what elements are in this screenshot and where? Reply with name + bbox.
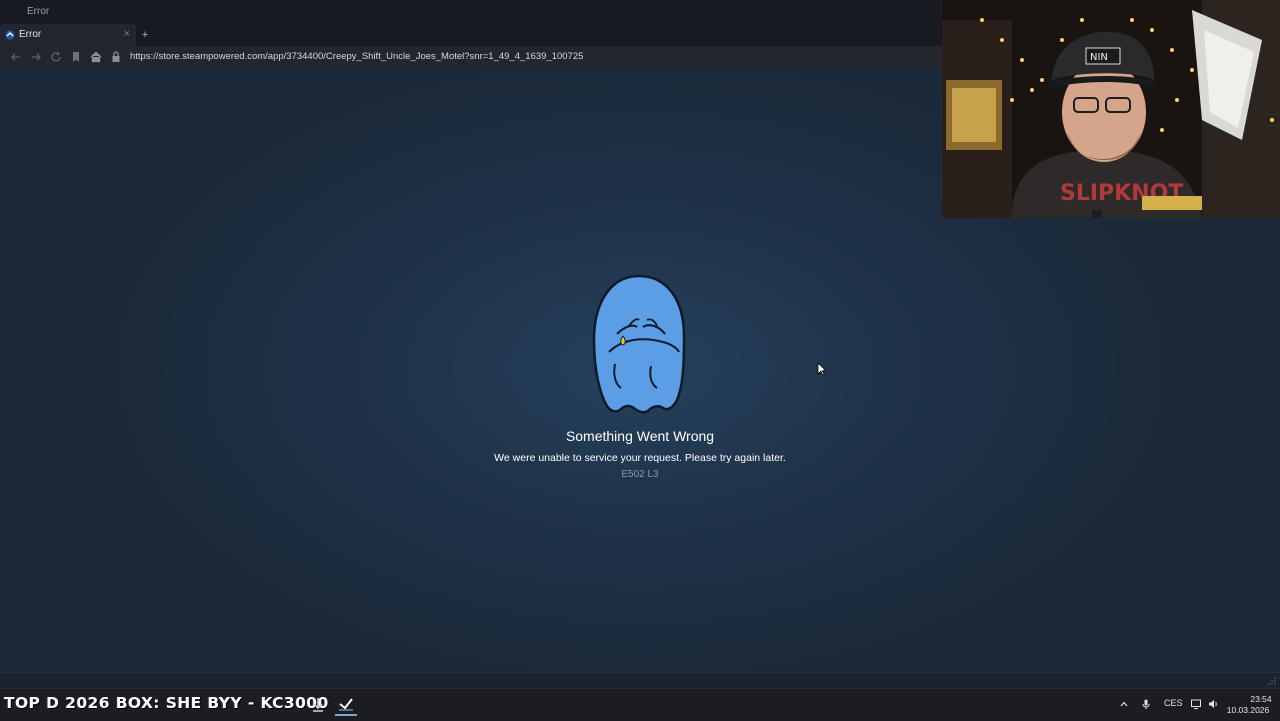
home-button[interactable] (89, 50, 103, 64)
download-icon (313, 698, 323, 712)
navigation-bar: https://store.steampowered.com/app/37344… (0, 46, 942, 69)
status-bar (0, 672, 1280, 689)
error-message: We were unable to service your request. … (494, 452, 786, 464)
taskbar-steam-app[interactable] (335, 694, 357, 716)
tab-label: Error (19, 29, 42, 40)
error-code: E502 L3 (621, 469, 659, 480)
streamer-webcam: SLIPKNOT NIN (942, 0, 1280, 218)
back-button[interactable] (9, 50, 23, 64)
sad-blob-mascot (592, 274, 686, 414)
forward-icon (32, 53, 41, 61)
microphone-icon[interactable] (1140, 698, 1152, 710)
reload-button[interactable] (49, 50, 63, 64)
forward-button[interactable] (29, 50, 43, 64)
lock-icon (112, 51, 120, 62)
chevron-up-icon[interactable] (1118, 698, 1130, 710)
window-title: Error (27, 6, 50, 17)
home-icon (90, 51, 102, 63)
steam-icon (339, 698, 353, 711)
address-bar[interactable]: https://store.steampowered.com/app/37344… (130, 51, 583, 62)
tab-error[interactable]: Error × (0, 24, 136, 46)
taskbar-download-app[interactable] (307, 694, 329, 716)
speaker-icon[interactable] (1207, 698, 1219, 710)
error-title: Something Went Wrong (565, 428, 715, 444)
monitor-icon[interactable] (1190, 698, 1202, 710)
resize-grip-icon[interactable] (1267, 676, 1276, 685)
steam-icon (5, 30, 15, 40)
bookmark-icon (73, 52, 79, 62)
clock-date[interactable]: 10.03.2026 (1226, 705, 1270, 715)
language-indicator[interactable]: CES (1164, 698, 1183, 708)
stream-ticker-text: TOP D 2026 BOX: SHE BYY - KC3000 (4, 694, 329, 712)
webcam-overlay: SLIPKNOT NIN (942, 0, 1280, 218)
tab-strip: Error × + (0, 24, 942, 46)
reload-icon (51, 51, 61, 62)
bookmark-button[interactable] (69, 50, 83, 64)
mouse-cursor-icon (817, 362, 827, 376)
security-indicator[interactable] (111, 50, 121, 64)
taskbar: TOP D 2026 BOX: SHE BYY - KC3000 CES 23:… (0, 688, 1280, 721)
svg-text:NIN: NIN (1090, 52, 1108, 63)
title-bar: Error (0, 0, 942, 24)
new-tab-button[interactable]: + (138, 26, 152, 44)
clock-time[interactable]: 23:54 (1246, 694, 1276, 704)
close-tab-button[interactable]: × (124, 28, 130, 40)
back-icon (11, 53, 20, 61)
